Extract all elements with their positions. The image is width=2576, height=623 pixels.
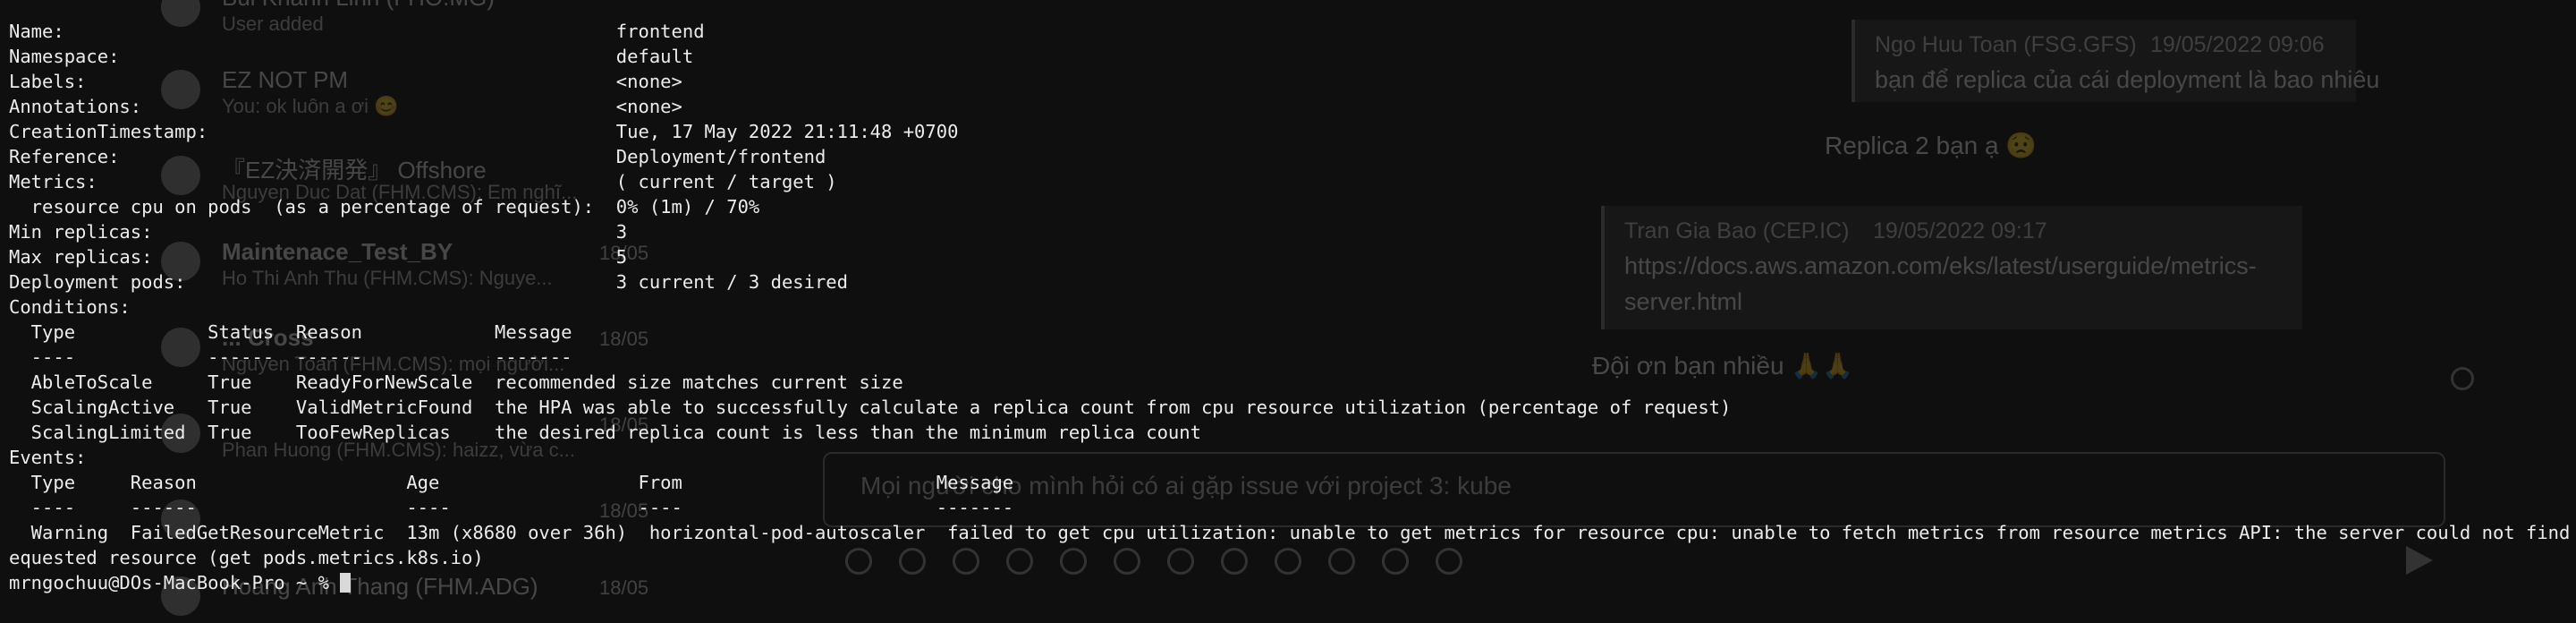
terminal-line: Type Reason Age From Message — [9, 472, 1014, 493]
shell-prompt: mrngochuu@DOs-MacBook-Pro ~ % — [9, 572, 341, 593]
terminal-line: Namespace: default — [9, 46, 694, 67]
terminal-line: CreationTimestamp: Tue, 17 May 2022 21:1… — [9, 121, 959, 142]
terminal-line: Name: frontend — [9, 21, 705, 42]
terminal-line: ---- ------ ------ ------- — [9, 346, 572, 368]
terminal-line: Labels: <none> — [9, 71, 682, 92]
terminal-line: ScalingLimited True TooFewReplicas the d… — [9, 422, 1201, 443]
terminal-line: Events: — [9, 447, 87, 468]
terminal-line: resource cpu on pods (as a percentage of… — [9, 196, 760, 218]
text-cursor — [340, 573, 352, 593]
terminal-line: Conditions: — [9, 296, 131, 318]
terminal-line: Max replicas: 5 — [9, 246, 628, 268]
terminal-line: Deployment pods: 3 current / 3 desired — [9, 271, 848, 293]
terminal-line: Annotations: <none> — [9, 96, 682, 117]
terminal-line: Min replicas: 3 — [9, 221, 628, 243]
terminal-line: equested resource (get pods.metrics.k8s.… — [9, 547, 484, 568]
terminal-line: ScalingActive True ValidMetricFound the … — [9, 397, 1732, 418]
terminal-line: AbleToScale True ReadyForNewScale recomm… — [9, 371, 903, 393]
terminal-line: ---- ------ ---- ---- ------- — [9, 497, 1014, 518]
terminal-line: Reference: Deployment/frontend — [9, 146, 826, 167]
terminal-prompt-line[interactable]: mrngochuu@DOs-MacBook-Pro ~ % — [9, 570, 352, 595]
terminal-line: Metrics: ( current / target ) — [9, 171, 837, 192]
terminal-window[interactable]: Name: frontend Namespace: default Labels… — [0, 0, 2576, 605]
terminal-line: Warning FailedGetResourceMetric 13m (x86… — [9, 522, 2576, 543]
terminal-line: Type Status Reason Message — [9, 321, 572, 343]
